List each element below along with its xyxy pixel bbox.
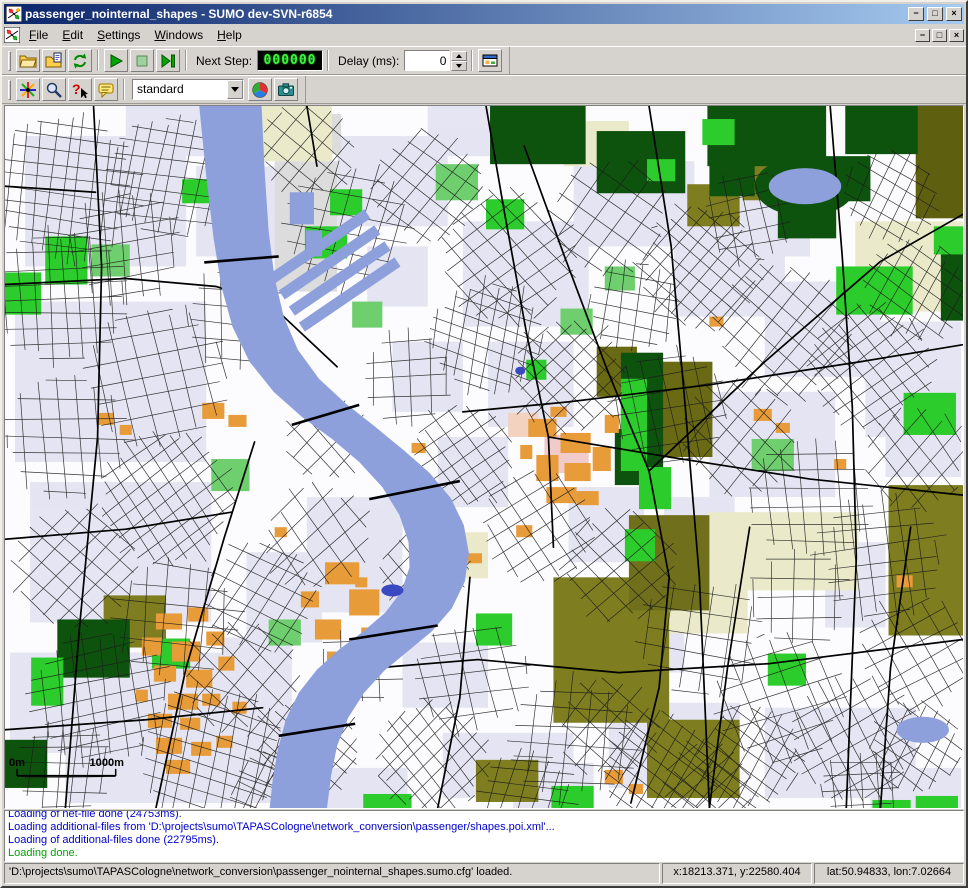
- status-message: 'D:\projects\sumo\TAPASCologne\network_c…: [4, 863, 660, 884]
- menu-settings[interactable]: Settings: [90, 26, 147, 44]
- help-arrow-icon: ?: [71, 81, 89, 99]
- step-counter-display: 000000: [257, 50, 323, 71]
- delay-input[interactable]: [404, 50, 450, 71]
- zoom-button[interactable]: [42, 78, 66, 101]
- toolbar-grip[interactable]: [8, 51, 11, 71]
- mdi-restore-button[interactable]: □: [932, 29, 947, 42]
- menu-bar: FileEditSettingsWindowsHelp − □ ×: [2, 24, 966, 46]
- dock-basin: [306, 230, 322, 256]
- view-toolbar: ? standard: [2, 75, 966, 104]
- map-canvas[interactable]: 0m 1000m: [5, 106, 963, 808]
- recenter-view-button[interactable]: [16, 78, 40, 101]
- context-help-button[interactable]: ?: [68, 78, 92, 101]
- menu-file[interactable]: File: [22, 26, 55, 44]
- new-view-icon: [481, 52, 499, 70]
- scale-max-label: 1000m: [90, 757, 125, 769]
- toolbar-separator: [185, 50, 187, 71]
- play-icon: [107, 52, 125, 70]
- menu-help[interactable]: Help: [210, 26, 249, 44]
- reload-icon: [71, 52, 89, 70]
- maximize-button[interactable]: □: [927, 7, 943, 21]
- mdi-minimize-button[interactable]: −: [915, 29, 930, 42]
- message-window-button[interactable]: [94, 78, 118, 101]
- status-bar: 'D:\projects\sumo\TAPASCologne\network_c…: [4, 863, 964, 884]
- edit-coloring-button[interactable]: [248, 78, 272, 101]
- step-icon: [159, 52, 177, 70]
- title-bar[interactable]: passenger_nointernal_shapes - SUMO dev-S…: [4, 4, 964, 24]
- minimize-button[interactable]: −: [908, 7, 924, 21]
- view-scheme-dropdown[interactable]: standard: [132, 79, 244, 100]
- mdi-controls: − □ ×: [915, 29, 964, 42]
- document-icon[interactable]: [4, 27, 20, 43]
- menu-edit[interactable]: Edit: [55, 26, 90, 44]
- log-line: Loading done.: [8, 847, 960, 860]
- close-button[interactable]: ×: [946, 7, 962, 21]
- log-panel[interactable]: Loading of net-file done (24753ms).Loadi…: [4, 810, 964, 862]
- delay-spin-up[interactable]: [451, 51, 467, 61]
- reload-button[interactable]: [68, 49, 92, 72]
- stop-button[interactable]: [130, 49, 154, 72]
- toolbar-separator: [123, 79, 125, 100]
- camera-icon: [277, 81, 295, 99]
- open-network-button[interactable]: [42, 49, 66, 72]
- toolbar-separator: [327, 50, 329, 71]
- pond: [769, 168, 841, 204]
- color-wheel-icon: [251, 81, 269, 99]
- menu-items: FileEditSettingsWindowsHelp: [22, 26, 913, 44]
- open-network-icon: [45, 52, 63, 70]
- log-line: Loading additional-files from 'D:\projec…: [8, 821, 960, 834]
- mdi-close-button[interactable]: ×: [949, 29, 964, 42]
- step-button[interactable]: [156, 49, 180, 72]
- open-folder-icon: [19, 52, 37, 70]
- run-button[interactable]: [104, 49, 128, 72]
- window-title: passenger_nointernal_shapes - SUMO dev-S…: [25, 7, 905, 21]
- speech-bubble-icon: [97, 81, 115, 99]
- delay-spin-down[interactable]: [451, 61, 467, 71]
- app-window: passenger_nointernal_shapes - SUMO dev-S…: [0, 0, 968, 888]
- delay-label: Delay (ms):: [338, 54, 399, 68]
- magnifier-icon: [45, 81, 63, 99]
- open-config-button[interactable]: [16, 49, 40, 72]
- delay-spinner: [451, 51, 467, 71]
- scale-zero-label: 0m: [9, 757, 25, 769]
- simulation-toolbar: Next Step: 000000 Delay (ms):: [2, 46, 966, 75]
- view-toolbar-band: ? standard: [4, 76, 306, 103]
- app-icon: [6, 6, 22, 22]
- toolbar-separator: [97, 50, 99, 71]
- status-xy-coordinates: x:18213.371, y:22580.404: [662, 863, 812, 884]
- toolbar-grip[interactable]: [8, 80, 11, 100]
- log-line: Loading of net-file done (24753ms).: [8, 810, 960, 821]
- view-scheme-value: standard: [133, 80, 227, 99]
- dock-basin: [290, 192, 314, 224]
- map-viewport: 0m 1000m: [4, 105, 964, 809]
- toolbar-separator: [471, 50, 473, 71]
- status-geo-coordinates: lat:50.94833, lon:7.02664: [814, 863, 964, 884]
- dropdown-arrow-icon[interactable]: [227, 80, 243, 99]
- menu-windows[interactable]: Windows: [147, 26, 210, 44]
- pond: [897, 717, 949, 743]
- recenter-star-icon: [19, 81, 37, 99]
- svg-text:?: ?: [72, 81, 81, 97]
- new-view-button[interactable]: [478, 49, 502, 72]
- log-line: Loading of additional-files done (22795m…: [8, 834, 960, 847]
- snapshot-button[interactable]: [274, 78, 298, 101]
- simulation-toolbar-band: Next Step: 000000 Delay (ms):: [4, 47, 510, 74]
- next-step-label: Next Step:: [196, 54, 252, 68]
- stop-icon: [133, 52, 151, 70]
